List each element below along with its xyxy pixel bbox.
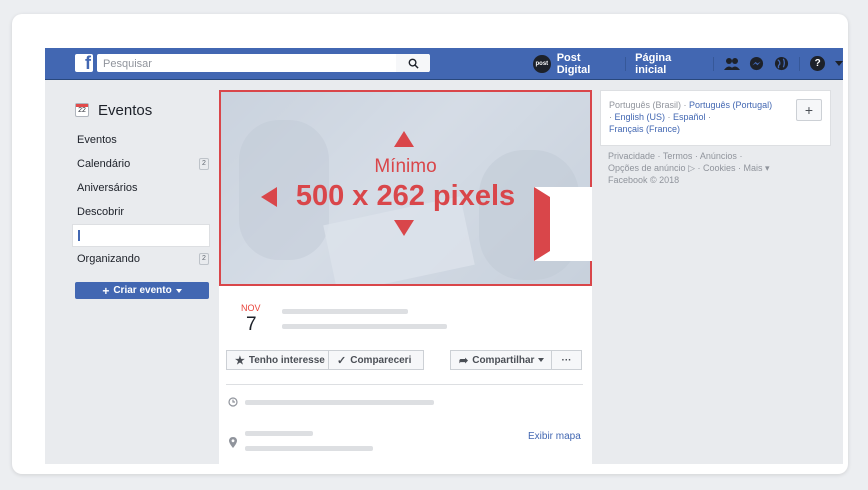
event-card: Mínimo 500 x 262 pixels NOV 7 ★ Tenho in… bbox=[219, 90, 592, 464]
footer-link[interactable]: Privacidade bbox=[608, 151, 655, 161]
attended-button[interactable]: ✓ Compareceri bbox=[328, 350, 424, 370]
copyright: Facebook © 2018 bbox=[608, 175, 680, 185]
frame-card: f post Post Digital Página inicial bbox=[12, 14, 848, 474]
cover-image[interactable]: Mínimo 500 x 262 pixels bbox=[219, 90, 592, 286]
sidebar-item-label: Organizando bbox=[77, 253, 140, 265]
language-link[interactable]: Español bbox=[673, 112, 706, 122]
page-title: Eventos bbox=[98, 101, 153, 119]
address-placeholder bbox=[245, 446, 373, 451]
home-link[interactable]: Página inicial bbox=[635, 52, 704, 76]
language-box: Português (Brasil) · Português (Portugal… bbox=[600, 90, 831, 146]
search-input[interactable] bbox=[97, 55, 409, 73]
share-icon: ➦ bbox=[459, 354, 469, 367]
divider bbox=[226, 384, 583, 385]
language-list: Português (Brasil) · Português (Portugal… bbox=[609, 100, 773, 134]
footer-link[interactable]: Anúncios bbox=[700, 151, 737, 161]
time-placeholder bbox=[245, 400, 434, 405]
arrow-down-icon bbox=[394, 220, 414, 236]
sidebar-item-label: Aniversários bbox=[77, 182, 138, 194]
sidebar-header: 22 Eventos bbox=[75, 100, 211, 120]
sidebar: 22 Eventos bbox=[69, 100, 211, 120]
event-day: 7 bbox=[246, 314, 257, 335]
nav-divider bbox=[713, 56, 715, 71]
current-language: Português (Brasil) bbox=[609, 100, 682, 110]
language-link[interactable]: Français (France) bbox=[609, 124, 680, 134]
attended-label: Compareceri bbox=[350, 354, 412, 366]
share-label: Compartilhar bbox=[472, 354, 535, 366]
sidebar-item-aniversarios[interactable]: Aniversários bbox=[77, 178, 211, 198]
create-event-button[interactable]: + Criar evento bbox=[75, 282, 209, 299]
count-badge: 2 bbox=[199, 158, 209, 170]
add-language-button[interactable]: + bbox=[796, 99, 822, 121]
plus-icon: + bbox=[102, 283, 110, 298]
show-map-link[interactable]: Exibir mapa bbox=[528, 431, 581, 442]
share-button[interactable]: ➦ Compartilhar bbox=[450, 350, 552, 370]
search-icon bbox=[408, 58, 419, 69]
minimum-label: Mínimo bbox=[374, 156, 437, 177]
arrow-up-icon bbox=[394, 131, 414, 147]
language-link[interactable]: English (US) bbox=[615, 112, 666, 122]
footer-link[interactable]: Opções de anúncio bbox=[608, 163, 686, 173]
more-icon: ··· bbox=[561, 354, 572, 366]
chevron-down-icon[interactable] bbox=[835, 61, 843, 66]
help-icon[interactable]: ? bbox=[810, 56, 825, 71]
chevron-down-icon bbox=[175, 288, 182, 293]
location-placeholder bbox=[245, 431, 313, 436]
count-badge: 2 bbox=[199, 253, 209, 265]
sidebar-item-descobrir[interactable]: Descobrir bbox=[77, 202, 211, 222]
friends-icon[interactable] bbox=[723, 55, 741, 73]
globe-icon[interactable] bbox=[773, 55, 791, 73]
messenger-icon[interactable] bbox=[748, 55, 766, 73]
language-link[interactable]: Português (Portugal) bbox=[689, 100, 772, 110]
footer-link[interactable]: Mais bbox=[744, 163, 763, 173]
star-icon: ★ bbox=[235, 354, 245, 367]
footer-links: Privacidade · Termos · Anúncios · Opções… bbox=[608, 151, 770, 185]
size-label: 500 x 262 pixels bbox=[295, 180, 516, 212]
nav-divider bbox=[799, 56, 801, 71]
calendar-icon: 22 bbox=[75, 103, 89, 117]
event-month: NOV bbox=[241, 303, 261, 313]
avatar[interactable]: post bbox=[533, 54, 551, 73]
search-button[interactable] bbox=[396, 54, 430, 72]
title-placeholder bbox=[282, 309, 408, 314]
location-pin-icon bbox=[229, 437, 237, 448]
facebook-logo-icon[interactable]: f bbox=[75, 53, 93, 73]
interest-button[interactable]: ★ Tenho interesse bbox=[226, 350, 329, 370]
check-icon: ✓ bbox=[337, 354, 347, 367]
nav-divider bbox=[625, 56, 627, 71]
footer-link[interactable]: Cookies bbox=[703, 163, 736, 173]
sidebar-item-label: Descobrir bbox=[77, 206, 125, 218]
sidebar-item-eventos[interactable]: Eventos bbox=[77, 130, 211, 150]
adchoices-icon: ▷ bbox=[688, 163, 695, 173]
clock-icon bbox=[228, 397, 238, 407]
create-event-label: Criar evento bbox=[113, 285, 172, 296]
interest-label: Tenho interesse bbox=[248, 354, 325, 366]
sidebar-item-selected[interactable] bbox=[72, 224, 210, 247]
sidebar-item-label: Eventos bbox=[77, 134, 117, 146]
nav-right: post Post Digital Página inicial ? bbox=[533, 48, 843, 79]
chevron-down-icon bbox=[538, 358, 545, 362]
profile-link[interactable]: Post Digital bbox=[557, 52, 616, 76]
search-box bbox=[97, 54, 429, 73]
subtitle-placeholder bbox=[282, 324, 447, 329]
sidebar-item-organizando[interactable]: Organizando 2 bbox=[77, 249, 209, 269]
top-navbar: f post Post Digital Página inicial bbox=[45, 48, 843, 80]
footer-link[interactable]: Termos bbox=[663, 151, 693, 161]
browser-window: f post Post Digital Página inicial bbox=[45, 48, 843, 464]
sidebar-item-label: Calendário bbox=[77, 158, 131, 170]
more-button[interactable]: ··· bbox=[551, 350, 582, 370]
sidebar-item-calendario[interactable]: Calendário 2 bbox=[77, 154, 209, 174]
